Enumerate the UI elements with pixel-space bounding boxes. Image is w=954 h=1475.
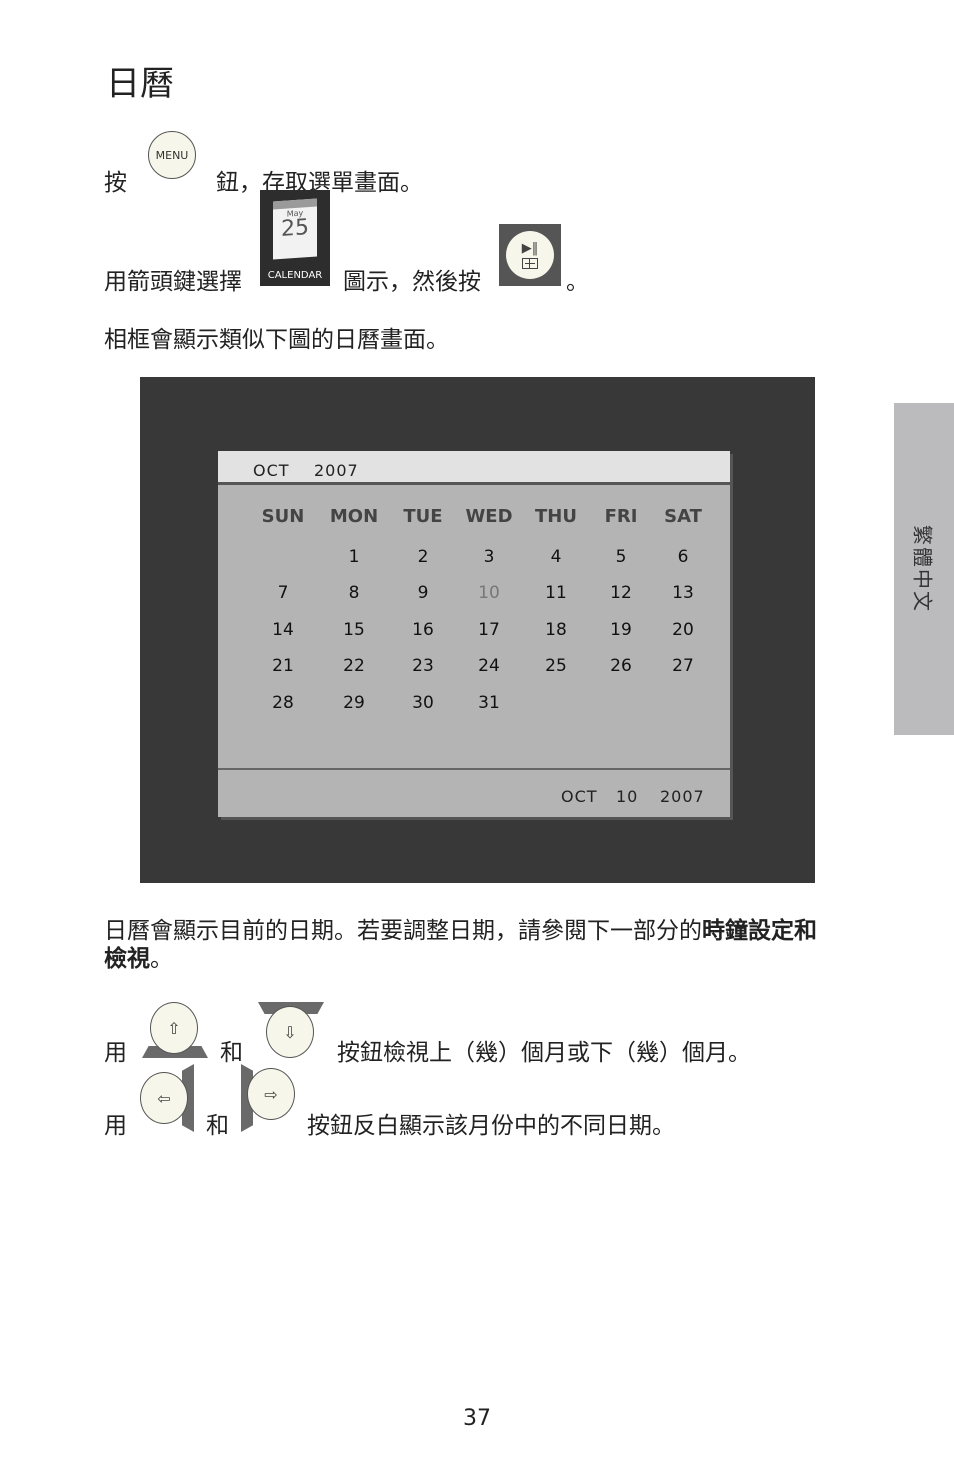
step2-prefix: 用箭頭鍵選擇 [104, 269, 242, 295]
footer-month: OCT [561, 787, 598, 806]
calendar-day[interactable]: 27 [658, 656, 708, 676]
play-pause-icon: ▶‖ [499, 224, 561, 286]
calendar-icon-day: 25 [281, 215, 309, 242]
calendar-day[interactable]: 24 [464, 656, 514, 676]
footer-day: 10 [616, 787, 639, 806]
weekday-wed: WED [465, 506, 513, 527]
nav1-suffix: 按鈕檢視上（幾）個月或下（幾）個月。 [337, 1040, 751, 1066]
calendar-day[interactable]: 21 [258, 656, 308, 676]
calendar-day-selected[interactable]: 10 [464, 583, 514, 603]
calendar-day[interactable]: 22 [329, 656, 379, 676]
calendar-day[interactable]: 12 [596, 583, 646, 603]
footer-year: 2007 [660, 787, 705, 806]
left-arrow-icon: ⇦ [157, 1088, 171, 1108]
calendar-day[interactable]: 17 [464, 620, 514, 640]
page-title: 日曆 [106, 64, 174, 104]
step3-text: 相框會顯示類似下圖的日曆畫面。 [104, 327, 449, 353]
calendar-day[interactable]: 4 [531, 547, 581, 567]
calendar-icon-label: CALENDAR [267, 270, 323, 281]
nav2-suffix: 按鈕反白顯示該月份中的不同日期。 [307, 1113, 675, 1139]
calendar-day[interactable]: 16 [398, 620, 448, 640]
calendar-app-icon: May 25 CALENDAR [260, 190, 330, 286]
language-side-tab-label: 繁體中文 [910, 525, 935, 613]
play-icon: ▶‖ [521, 240, 539, 256]
calendar-day[interactable]: 30 [398, 693, 448, 713]
weekday-thu: THU [535, 506, 577, 527]
calendar-day[interactable]: 3 [464, 547, 514, 567]
grid-icon [522, 257, 538, 269]
calendar-day[interactable]: 13 [658, 583, 708, 603]
calendar-day[interactable]: 28 [258, 693, 308, 713]
calendar-day[interactable]: 31 [464, 693, 514, 713]
note-end: 。 [150, 946, 173, 972]
right-button-icon: ⇨ [241, 1064, 303, 1132]
calendar-day[interactable]: 15 [329, 620, 379, 640]
note-paragraph: 日曆會顯示目前的日期。若要調整日期，請參閱下一部分的時鐘設定和檢視。 [104, 917, 834, 973]
weekday-sat: SAT [664, 506, 702, 527]
calendar-page-icon: May 25 [273, 198, 317, 260]
page-number: 37 [463, 1406, 491, 1431]
left-button-icon: ⇦ [140, 1064, 202, 1132]
calendar-day[interactable]: 8 [329, 583, 379, 603]
calendar-footer: OCT 10 2007 [218, 768, 730, 817]
language-side-tab: 繁體中文 [894, 403, 954, 735]
calendar-day[interactable]: 11 [531, 583, 581, 603]
calendar-day[interactable]: 20 [658, 620, 708, 640]
step2-middle: 圖示，然後按 [343, 269, 481, 295]
calendar-day[interactable]: 9 [398, 583, 448, 603]
calendar-day[interactable]: 2 [398, 547, 448, 567]
right-arrow-icon: ⇨ [264, 1084, 278, 1104]
header-year: 2007 [314, 461, 359, 480]
down-button-icon: ⇩ [258, 1002, 324, 1058]
calendar-day[interactable]: 1 [329, 547, 379, 567]
calendar-day[interactable]: 18 [531, 620, 581, 640]
calendar-day[interactable]: 5 [596, 547, 646, 567]
weekday-sun: SUN [261, 506, 305, 527]
calendar-day[interactable]: 19 [596, 620, 646, 640]
nav1-prefix: 用 [104, 1040, 127, 1066]
weekday-fri: FRI [604, 506, 638, 527]
play-pause-button-face: ▶‖ [506, 231, 554, 279]
up-arrow-icon: ⇧ [167, 1018, 181, 1038]
calendar-screen: OCT 2007 SUN MON TUE WED THU FRI SAT 123456789… [218, 451, 730, 817]
step1-prefix: 按 [104, 170, 127, 196]
nav2-prefix: 用 [104, 1113, 127, 1139]
weekday-header-row: SUN MON TUE WED THU FRI SAT [218, 506, 730, 528]
calendar-day[interactable]: 29 [329, 693, 379, 713]
calendar-day[interactable]: 6 [658, 547, 708, 567]
menu-button-icon: MENU [148, 131, 196, 179]
header-month: OCT [253, 461, 290, 480]
down-arrow-icon: ⇩ [283, 1022, 297, 1042]
calendar-day[interactable]: 14 [258, 620, 308, 640]
nav1-and: 和 [220, 1040, 243, 1066]
calendar-header: OCT 2007 [218, 451, 730, 485]
calendar-day[interactable]: 23 [398, 656, 448, 676]
calendar-day[interactable]: 26 [596, 656, 646, 676]
weekday-tue: TUE [403, 506, 443, 527]
calendar-day[interactable]: 25 [531, 656, 581, 676]
nav2-and: 和 [206, 1113, 229, 1139]
calendar-day[interactable]: 7 [258, 583, 308, 603]
note-text: 日曆會顯示目前的日期。若要調整日期，請參閱下一部分的 [104, 918, 702, 944]
up-button-icon: ⇧ [142, 1002, 208, 1058]
step2-suffix: 。 [566, 269, 589, 295]
weekday-mon: MON [329, 506, 379, 527]
